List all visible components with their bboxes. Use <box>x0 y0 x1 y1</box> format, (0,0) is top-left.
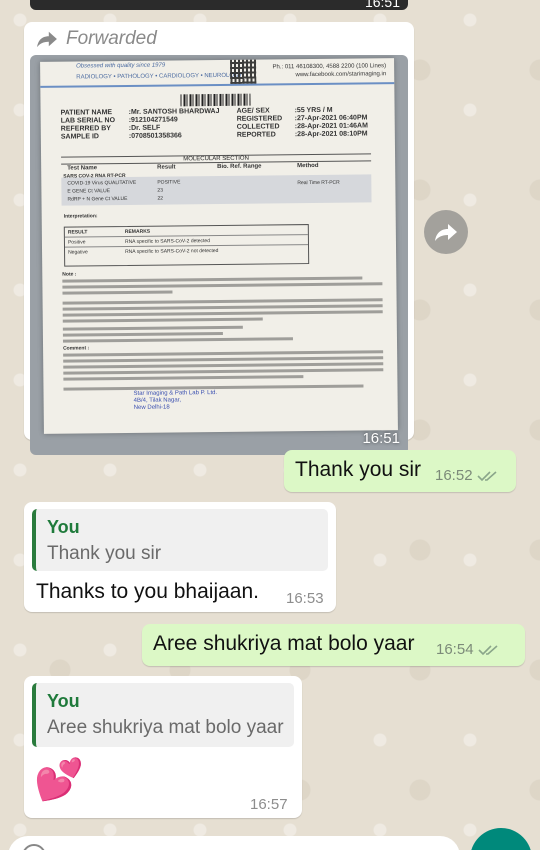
message-meta: 16:52 <box>435 467 499 484</box>
message-meta: 16:53 <box>286 590 324 607</box>
test-2-name: E GENE Ct VALUE <box>67 188 111 195</box>
test-3-name: RdRP + N Gene Ct VALUE <box>67 195 128 203</box>
emoji-icon[interactable] <box>22 844 46 850</box>
report-text-line <box>63 362 384 369</box>
value-sample-id: :0708501358366 <box>128 132 182 140</box>
report-text-line <box>62 290 173 295</box>
interp-col-remarks: REMARKS <box>124 228 151 235</box>
label-sample-id: SAMPLE ID <box>60 133 100 141</box>
share-icon <box>435 224 457 241</box>
col-range: Bio. Ref. Range <box>217 163 262 171</box>
report-text-line <box>62 317 263 323</box>
report-text-line <box>63 375 304 381</box>
outgoing-message[interactable]: Aree shukriya mat bolo yaar 16:54 <box>142 624 525 666</box>
report-text-line <box>62 337 293 343</box>
barcode-icon <box>180 93 251 107</box>
qr-code-icon <box>230 59 257 84</box>
test-1-method: Real Time RT-PCR <box>297 179 340 187</box>
col-method: Method <box>297 162 319 170</box>
quoted-message[interactable]: You Aree shukriya mat bolo yaar <box>32 683 294 747</box>
incoming-message[interactable]: You Aree shukriya mat bolo yaar 💕 16:57 <box>24 676 302 818</box>
quoted-message[interactable]: You Thank you sir <box>32 509 328 571</box>
message-text: Thanks to you bhaijaan. <box>36 580 259 603</box>
label-reported: REPORTED <box>236 131 276 139</box>
note-heading: Note : <box>62 271 77 278</box>
message-meta: 16:54 <box>436 641 500 658</box>
report-header: Obsessed with quality since 1979 RADIOLO… <box>40 58 395 88</box>
stamp-line: New Delhi-18 <box>133 404 170 411</box>
quote-text: Aree shukriya mat bolo yaar <box>47 717 284 738</box>
lab-report-document: Obsessed with quality since 1979 RADIOLO… <box>40 58 398 434</box>
test-1-name: COVID-19 Virus QUALITATIVE <box>67 179 137 187</box>
interp-col-result: RESULT <box>67 229 88 236</box>
forwarded-image-message[interactable]: Forwarded Obsessed with quality since 19… <box>24 22 414 455</box>
report-text-line <box>62 325 243 331</box>
interpretation-table: RESULT REMARKS Positive RNA specific to … <box>63 224 310 267</box>
message-time: 16:52 <box>435 467 473 484</box>
report-website: www.facebook.com/starimaging.in <box>295 71 387 79</box>
previous-message-time: 16:51 <box>364 0 400 10</box>
image-timestamp: 16:51 <box>362 430 400 447</box>
interp-row-1-remark: RNA specific to SARS-CoV-2 detected <box>124 238 211 245</box>
report-departments: RADIOLOGY • PATHOLOGY • CARDIOLOGY • NEU… <box>76 72 243 81</box>
message-time: 16:54 <box>436 641 474 658</box>
value-reported: :28-Apr-2021 08:10PM <box>294 130 368 139</box>
forwarded-label: Forwarded <box>36 28 157 50</box>
report-text-line <box>62 282 383 289</box>
lab-report-photo[interactable]: Obsessed with quality since 1979 RADIOLO… <box>30 55 408 455</box>
double-check-icon <box>477 644 498 655</box>
report-text-line <box>62 331 223 337</box>
report-text-line <box>63 356 384 363</box>
report-text-line <box>62 276 363 283</box>
date-labels: AGE/ SEX REGISTERED COLLECTED REPORTED <box>237 107 283 139</box>
col-result: Result <box>157 164 176 171</box>
report-contact: Ph.: 011 46108300, 4588 2200 (100 Lines)… <box>272 62 386 79</box>
comment-heading: Comment : <box>63 345 90 352</box>
interp-row: Negative RNA specific to SARS-CoV-2 not … <box>65 245 308 258</box>
report-text-line <box>62 310 383 317</box>
interp-row-2-result: Negative <box>68 249 88 256</box>
test-2-result: 23 <box>157 187 164 194</box>
test-1-result: POSITIVE <box>157 179 181 186</box>
message-time: 16:57 <box>250 796 288 813</box>
date-values: :55 YRS / M :27-Apr-2021 06:40PM :28-Apr… <box>295 106 368 139</box>
lab-stamp: Star Imaging & Path Lab P. Ltd. 4B/4, Ti… <box>134 390 218 412</box>
forward-arrow-icon <box>37 31 57 48</box>
incoming-message[interactable]: You Thank you sir Thanks to you bhaijaan… <box>24 502 336 612</box>
interp-row-1-result: Positive <box>67 239 86 246</box>
message-text: Aree shukriya mat bolo yaar <box>153 632 415 655</box>
patient-values: :Mr. SANTOSH BHARDWAJ :912104271549 :Dr.… <box>129 108 220 141</box>
message-text: Thank you sir <box>295 458 422 481</box>
share-button[interactable] <box>424 210 468 254</box>
quote-author: You <box>47 517 80 537</box>
outgoing-message[interactable]: Thank you sir 16:52 <box>284 450 516 492</box>
report-text-line <box>63 350 384 357</box>
report-text-line <box>62 298 383 305</box>
double-check-icon <box>476 470 497 481</box>
quote-text: Thank you sir <box>47 543 162 564</box>
quote-author: You <box>47 691 80 711</box>
col-test-name: Test Name <box>67 165 98 172</box>
message-composer[interactable] <box>8 836 460 850</box>
molecular-section-bar: MOLECULAR SECTION <box>61 153 372 165</box>
message-meta: 16:57 <box>250 796 288 813</box>
message-time: 16:53 <box>286 590 324 607</box>
test-3-result: 22 <box>157 195 164 202</box>
heart-emoji: 💕 <box>34 758 84 802</box>
report-text-line <box>62 304 383 311</box>
patient-labels: PATIENT NAME LAB SERIAL NO REFERRED BY S… <box>61 109 116 142</box>
report-tagline: Obsessed with quality since 1979 <box>76 62 166 70</box>
interp-row-2-remark: RNA specific to SARS-CoV-2 not detected <box>125 248 219 255</box>
interpretation-heading: Interpretation: <box>63 213 98 220</box>
report-text-line <box>63 368 384 375</box>
forwarded-text: Forwarded <box>66 28 157 49</box>
previous-message[interactable]: 16:51 <box>30 0 408 10</box>
